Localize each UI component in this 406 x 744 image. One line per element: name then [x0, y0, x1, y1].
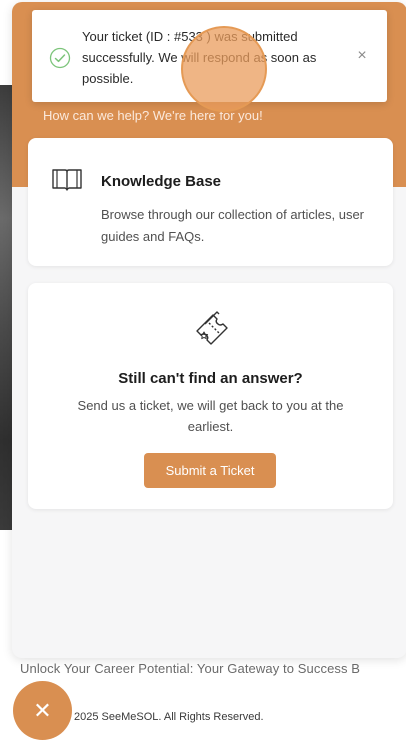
widget-subtitle: How can we help? We're here for you!	[43, 108, 263, 123]
check-circle-icon	[49, 47, 71, 69]
knowledge-base-description: Browse through our collection of article…	[101, 207, 365, 244]
success-toast: Your ticket (ID : #533 ) was submitted s…	[32, 10, 387, 102]
book-icon	[52, 169, 82, 191]
knowledge-base-card[interactable]: Knowledge Base Browse through our collec…	[28, 138, 393, 266]
knowledge-base-title: Knowledge Base	[101, 173, 222, 190]
background-copyright: 2025 SeeMeSOL. All Rights Reserved.	[74, 711, 264, 723]
ticket-card-description: Send us a ticket, we will get back to yo…	[77, 398, 344, 434]
submit-ticket-card: Still can't find an answer? Send us a ti…	[28, 283, 393, 509]
toast-close-button[interactable]: ×	[354, 46, 370, 66]
background-tagline: Unlock Your Career Potential: Your Gatew…	[20, 661, 361, 676]
tickets-icon	[196, 311, 228, 345]
toast-message: Your ticket (ID : #533 ) was submitted s…	[82, 29, 317, 86]
submit-ticket-button[interactable]: Submit a Ticket	[144, 453, 276, 488]
widget-close-launcher-button[interactable]: ✕	[13, 681, 72, 740]
close-icon: ✕	[33, 697, 52, 723]
ticket-card-title: Still can't find an answer?	[118, 370, 303, 387]
